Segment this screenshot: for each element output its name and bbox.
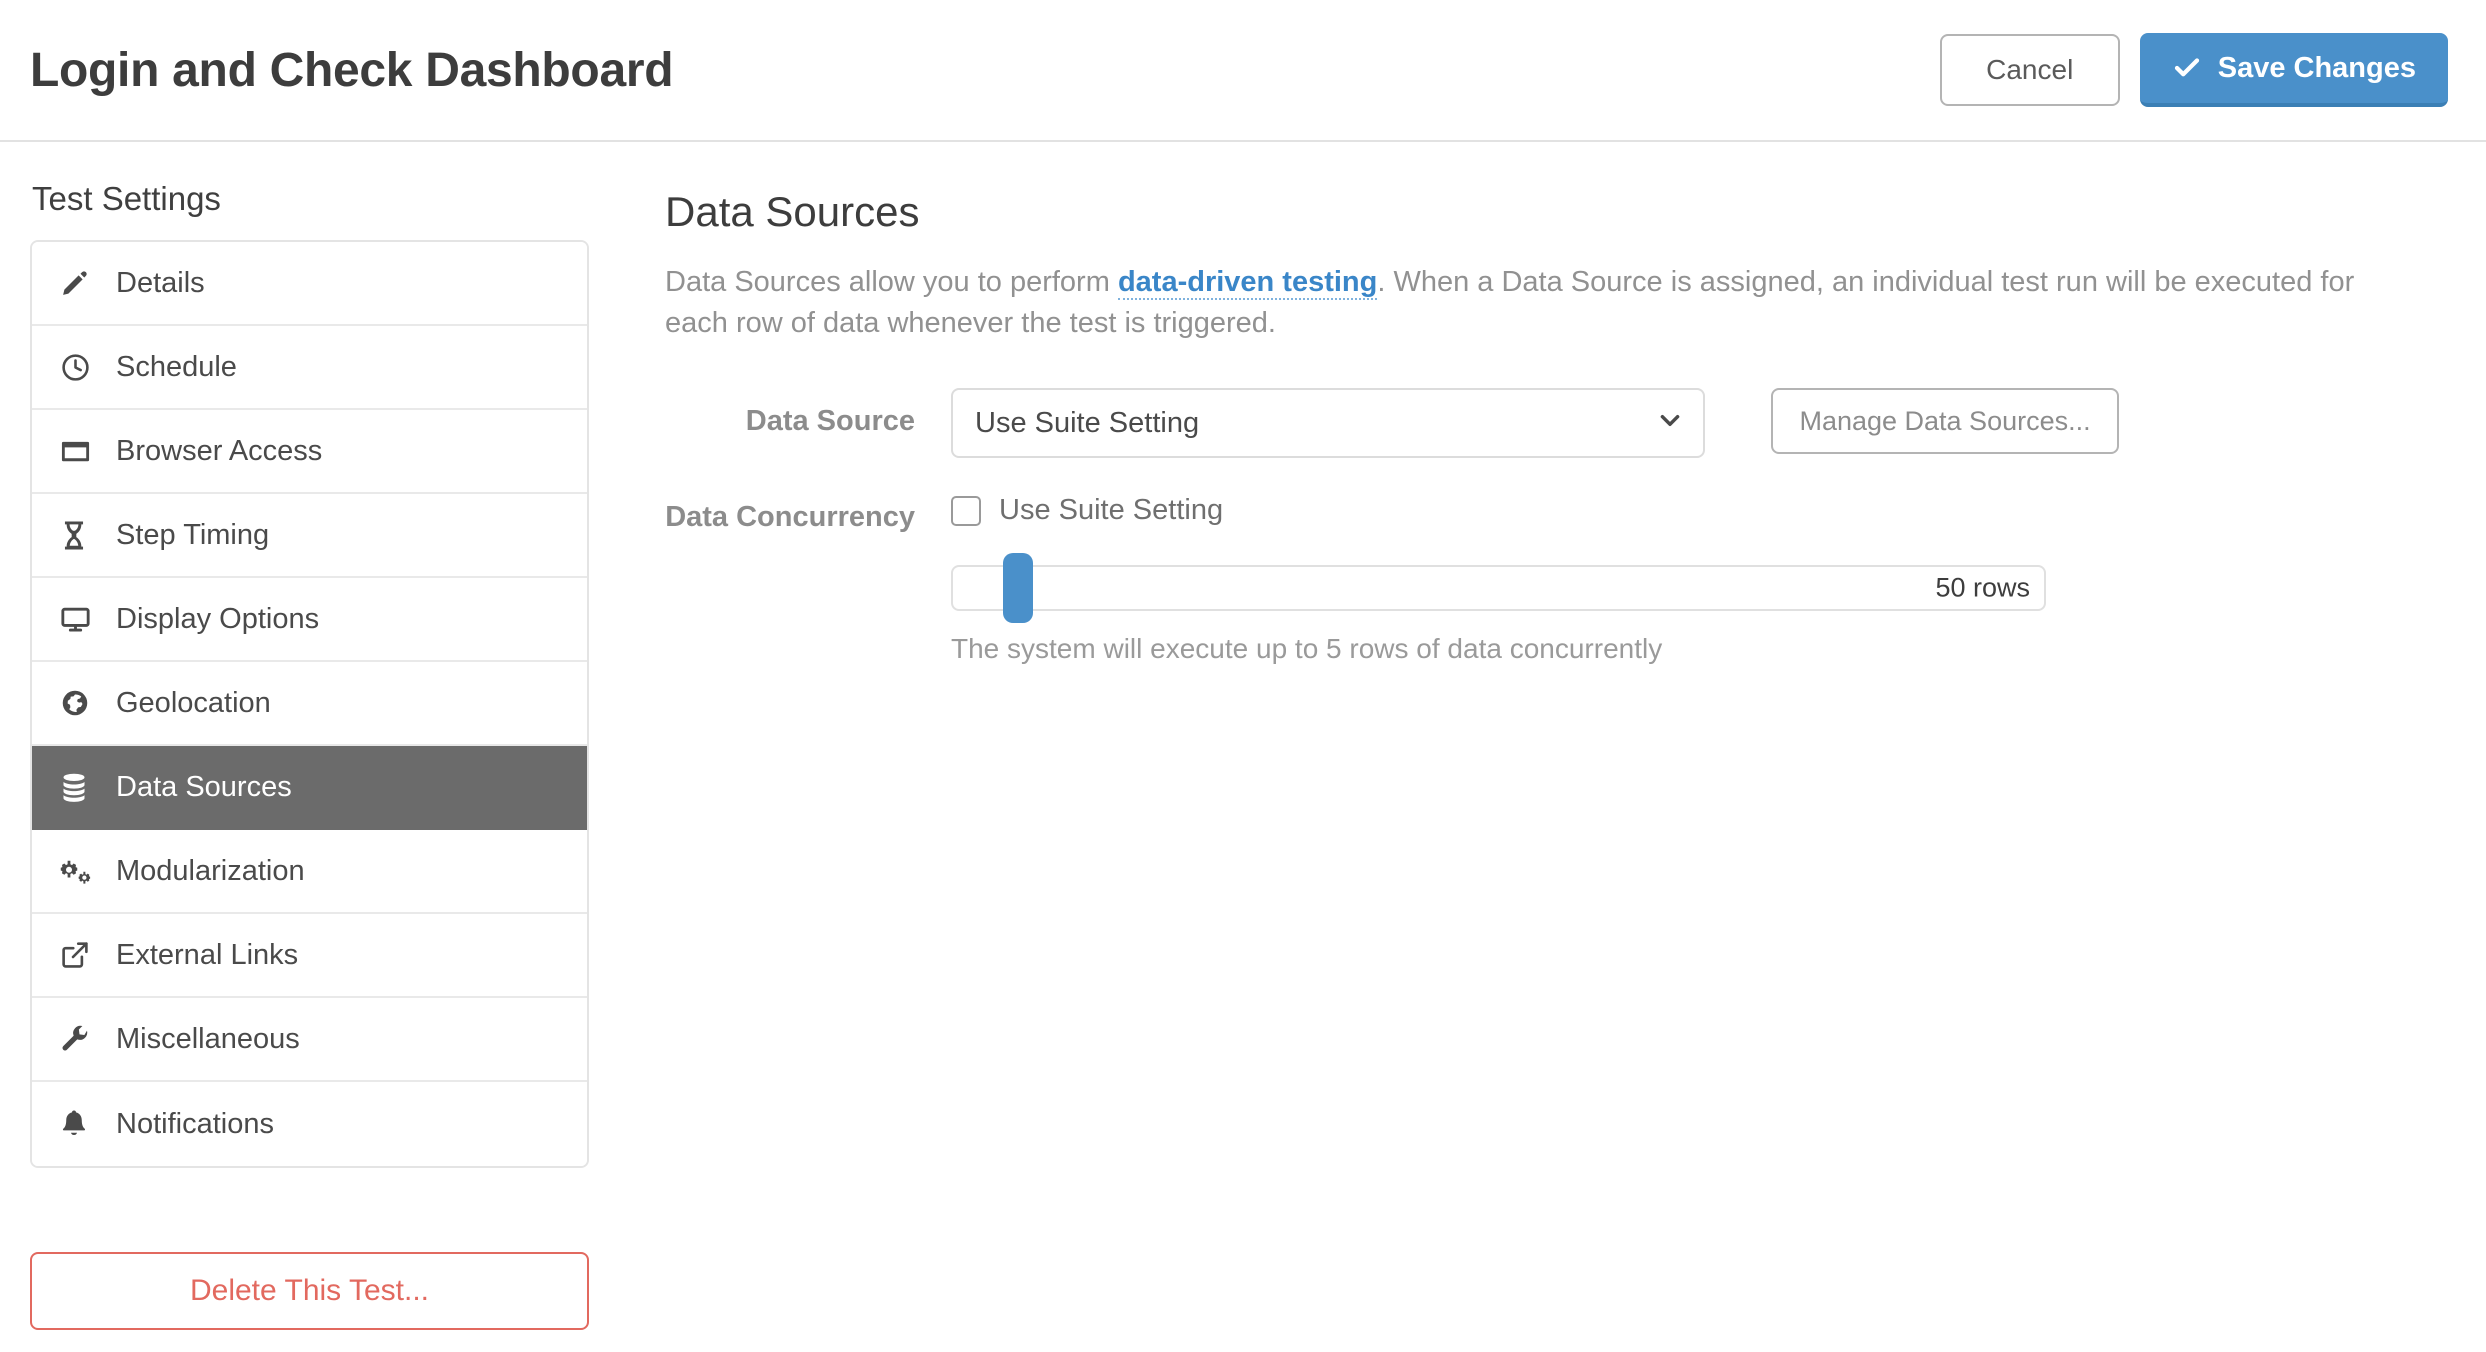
hourglass-icon	[60, 520, 104, 551]
concurrency-slider-handle[interactable]	[1003, 553, 1034, 624]
sidebar-item-label: Display Options	[116, 602, 320, 635]
manage-data-sources-button[interactable]: Manage Data Sources...	[1771, 388, 2119, 455]
browser-window-icon	[60, 436, 104, 467]
use-suite-setting-checkbox[interactable]	[951, 495, 981, 526]
pencil-icon	[60, 268, 104, 298]
sidebar-item-browser-access[interactable]: Browser Access	[32, 410, 587, 494]
check-icon	[2172, 53, 2202, 83]
sidebar-item-label: Modularization	[116, 854, 305, 887]
sidebar-item-label: Miscellaneous	[116, 1022, 300, 1055]
data-source-label: Data Source	[745, 405, 915, 438]
sidebar-heading: Test Settings	[32, 180, 221, 217]
sidebar-item-label: Schedule	[116, 350, 237, 383]
sidebar-item-label: Step Timing	[116, 518, 270, 551]
data-concurrency-label: Data Concurrency	[665, 501, 915, 534]
delete-test-button[interactable]: Delete This Test...	[30, 1252, 589, 1330]
clock-icon	[60, 352, 104, 383]
header-actions: Cancel Save Changes	[1939, 33, 2448, 107]
data-driven-testing-link[interactable]: data-driven testing	[1117, 266, 1378, 300]
data-source-row: Data Source Use Suite Setting Manage Dat…	[665, 388, 2446, 459]
page-title: Login and Check Dashboard	[30, 43, 674, 97]
cogs-icon	[60, 856, 104, 886]
body-container: Test Settings Details Schedule Browser A…	[0, 142, 2486, 1330]
settings-nav-list: Details Schedule Browser Access Step Tim…	[30, 240, 589, 1168]
save-changes-button[interactable]: Save Changes	[2139, 33, 2448, 107]
concurrency-help-text: The system will execute up to 5 rows of …	[951, 633, 1663, 665]
cancel-button[interactable]: Cancel	[1939, 34, 2120, 106]
app-header: Login and Check Dashboard Cancel Save Ch…	[0, 0, 2486, 142]
sidebar-item-miscellaneous[interactable]: Miscellaneous	[32, 998, 587, 1082]
sidebar-item-external-links[interactable]: External Links	[32, 914, 587, 998]
data-source-control: Use Suite Setting Manage Data Sources...	[951, 388, 2446, 459]
description-text-before: Data Sources allow you to perform	[665, 266, 1118, 298]
sidebar-item-data-sources[interactable]: Data Sources	[32, 746, 587, 830]
wrench-icon	[60, 1024, 104, 1054]
sidebar-item-geolocation[interactable]: Geolocation	[32, 662, 587, 746]
save-changes-label: Save Changes	[2217, 51, 2416, 84]
sidebar-item-label: Browser Access	[116, 434, 323, 467]
section-description: Data Sources allow you to perform data-d…	[665, 262, 2405, 344]
bell-icon	[60, 1109, 104, 1139]
desktop-monitor-icon	[60, 604, 104, 635]
use-suite-setting-checkbox-row[interactable]: Use Suite Setting	[951, 484, 2446, 527]
sidebar-item-modularization[interactable]: Modularization	[32, 830, 587, 914]
sidebar-item-label: Data Sources	[116, 770, 292, 803]
sidebar-item-label: Details	[116, 266, 205, 299]
database-icon	[60, 772, 104, 802]
main-content: Data Sources Data Sources allow you to p…	[589, 180, 2456, 1330]
data-concurrency-control: Use Suite Setting 5 rows 50 rows The sys…	[951, 484, 2446, 665]
globe-icon	[60, 688, 104, 718]
data-source-select[interactable]: Use Suite Setting	[951, 388, 1705, 459]
sidebar-item-label: Notifications	[116, 1107, 274, 1140]
sidebar-item-schedule[interactable]: Schedule	[32, 326, 587, 410]
sidebar-item-notifications[interactable]: Notifications	[32, 1082, 587, 1166]
data-source-select-wrapper: Use Suite Setting	[951, 388, 1705, 459]
sidebar-item-details[interactable]: Details	[32, 242, 587, 326]
concurrency-slider-area: 5 rows 50 rows The system will execute u…	[951, 553, 2046, 665]
slider-max-value-label: 50 rows	[1935, 572, 2030, 603]
concurrency-slider-track[interactable]: 50 rows	[951, 553, 2046, 624]
sidebar-item-display-options[interactable]: Display Options	[32, 578, 587, 662]
sidebar-item-label: External Links	[116, 938, 299, 971]
use-suite-setting-label: Use Suite Setting	[999, 494, 1224, 527]
sidebar-item-step-timing[interactable]: Step Timing	[32, 494, 587, 578]
test-settings-sidebar: Test Settings Details Schedule Browser A…	[30, 180, 589, 1330]
sidebar-item-label: Geolocation	[116, 686, 271, 719]
section-title: Data Sources	[665, 188, 920, 235]
external-link-icon	[60, 940, 104, 970]
data-concurrency-row: Data Concurrency Use Suite Setting 5 row…	[665, 484, 2446, 665]
